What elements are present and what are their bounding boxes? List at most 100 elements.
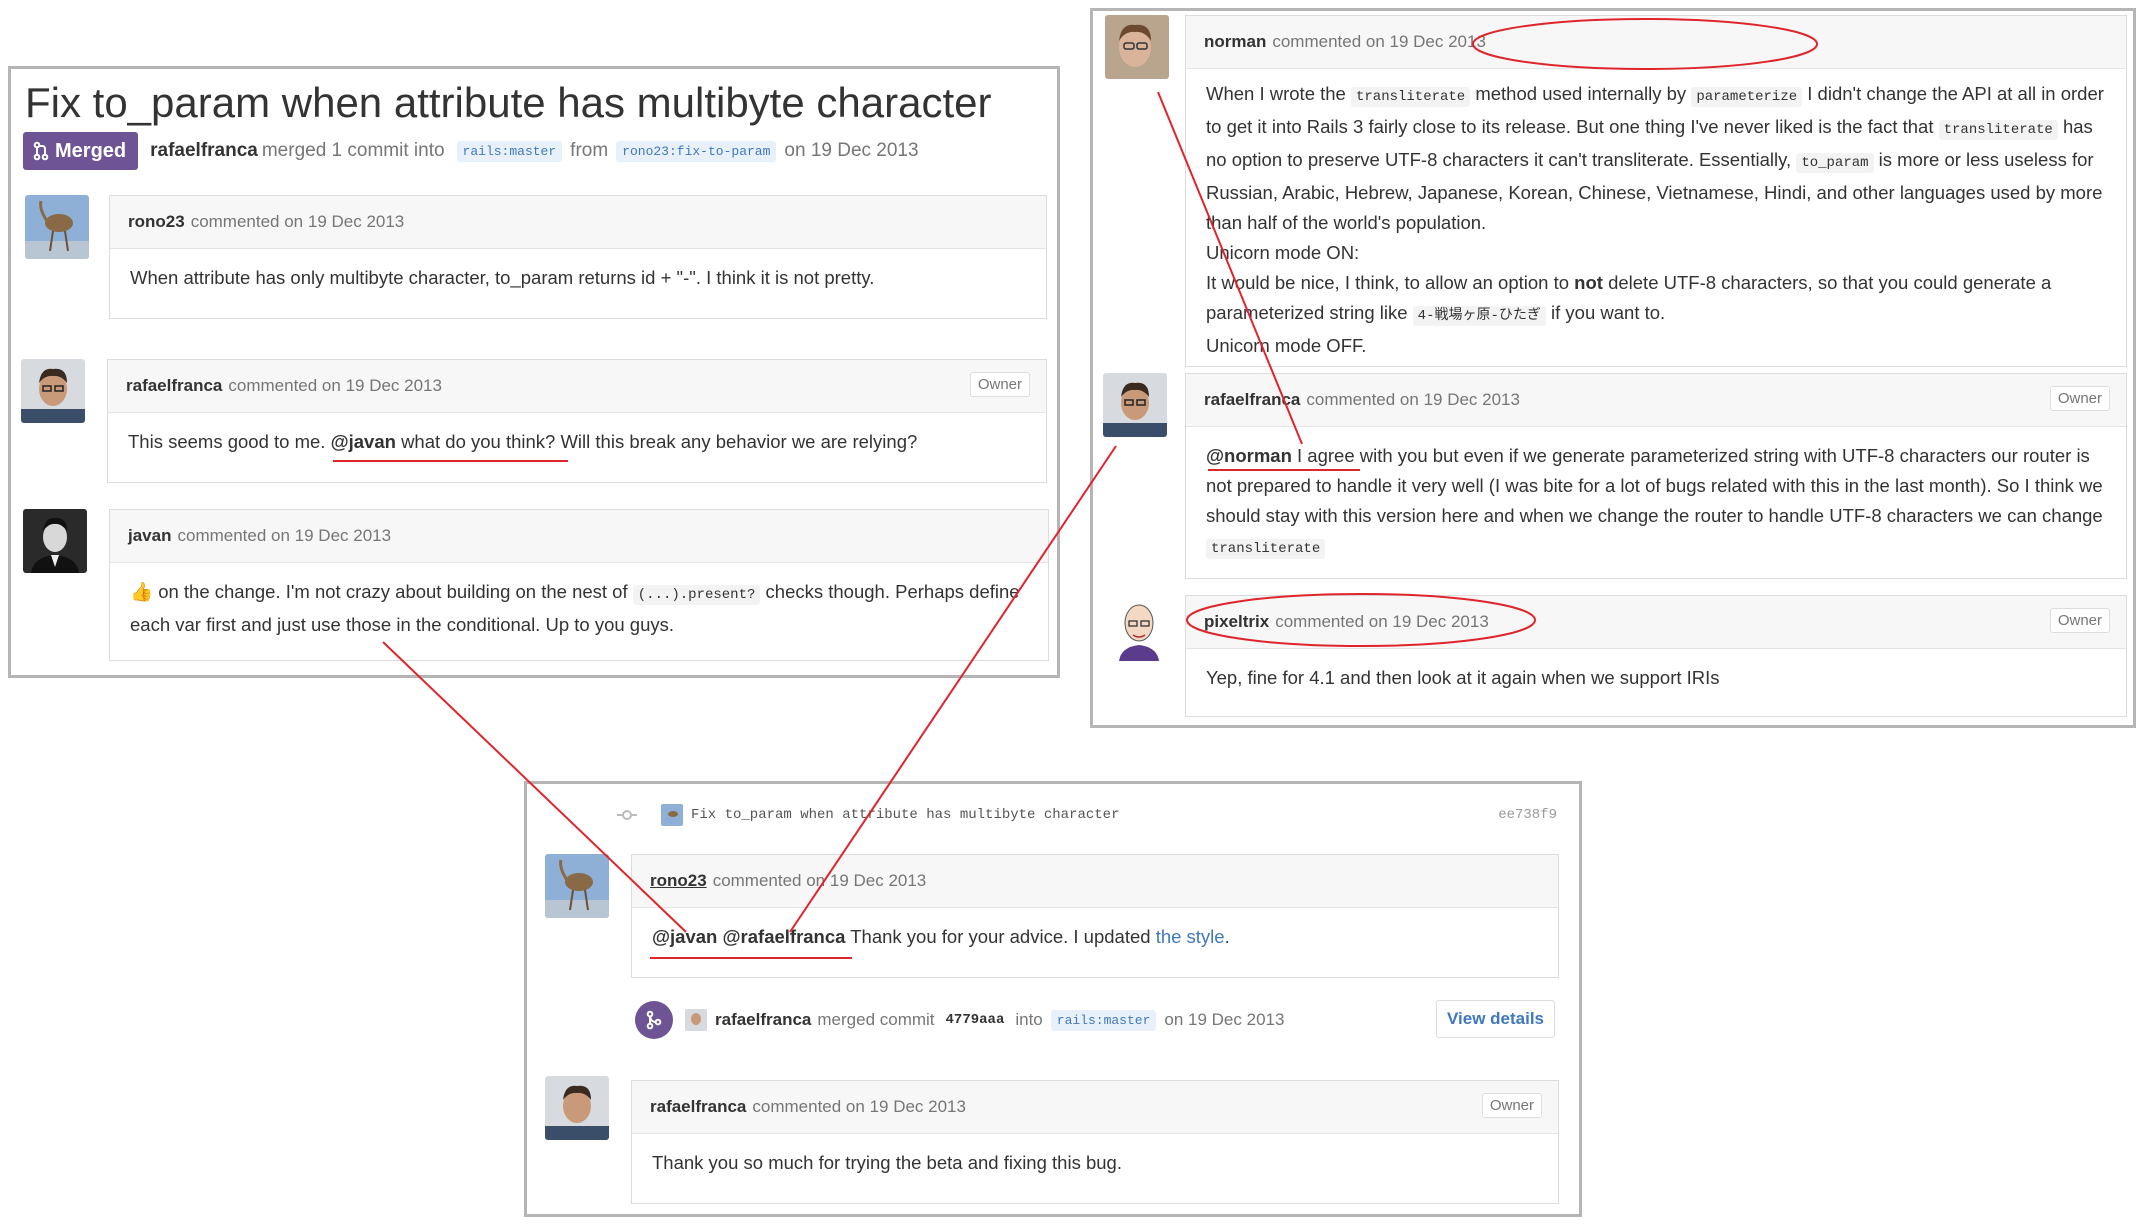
comment-meta[interactable]: commented on 19 Dec 2013 — [752, 1097, 966, 1117]
avatar-pixeltrix[interactable] — [1111, 597, 1175, 661]
paragraph-4: Unicorn mode OFF. — [1206, 335, 1367, 356]
comment-end: . — [1224, 926, 1230, 947]
comment-meta[interactable]: commented on 19 Dec 2013 — [713, 871, 927, 891]
owner-badge: Owner — [2049, 608, 2110, 633]
avatar-javan[interactable] — [23, 509, 87, 573]
merge-into: into — [1015, 1010, 1043, 1029]
owner-badge: Owner — [1481, 1093, 1542, 1118]
comment-author[interactable]: rafaelfranca — [126, 376, 222, 396]
comment-rono23: rono23 commented on 19 Dec 2013 When att… — [109, 195, 1047, 319]
comment-body: @javan @rafaelfranca Thank you for your … — [632, 908, 1558, 966]
comment-body: When attribute has only multibyte charac… — [130, 267, 875, 288]
discussion-panel: norman commented on 19 Dec 2013 When I w… — [1090, 8, 2136, 728]
comment-rafaelfranca-reply: rafaelfranca commented on 19 Dec 2013 Ow… — [1185, 373, 2127, 579]
merge-author-link[interactable]: rafaelfranca — [150, 140, 258, 162]
comment-meta[interactable]: commented on 19 Dec 2013 — [228, 376, 442, 396]
comment-author[interactable]: norman — [1204, 32, 1266, 52]
comment-header: pixeltrix commented on 19 Dec 2013 Owner — [1186, 596, 2126, 649]
merge-text: merged commit — [817, 1010, 935, 1029]
comment-text: Thank you for your advice. I updated — [850, 926, 1151, 947]
merge-branch[interactable]: rails:master — [1050, 1009, 1157, 1031]
inline-code: to_param — [1796, 153, 1874, 173]
bold-text: not — [1574, 272, 1603, 293]
avatar-norman[interactable] — [1105, 15, 1169, 79]
merged-label: Merged — [55, 139, 127, 162]
comment-meta[interactable]: commented on 19 Dec 2013 — [191, 212, 405, 232]
avatar-rafaelfranca[interactable] — [1103, 373, 1167, 437]
comment-meta[interactable]: commented on 19 Dec 2013 — [1272, 32, 1486, 52]
comment-body: Thank you so much for trying the beta an… — [652, 1152, 1122, 1173]
from-word: from — [570, 140, 609, 161]
text: When I wrote the — [1206, 83, 1346, 104]
mention-rafaelfranca[interactable]: @rafaelfranca — [723, 926, 846, 947]
git-pull-request-icon — [33, 141, 49, 161]
mention-norman[interactable]: @norman — [1206, 445, 1292, 466]
avatar-rono23[interactable] — [545, 854, 609, 918]
comment-meta[interactable]: commented on 19 Dec 2013 — [1306, 390, 1520, 410]
comment-rafaelfranca: rafaelfranca commented on 19 Dec 2013 Ow… — [107, 359, 1047, 483]
inline-code: transliterate — [1206, 539, 1326, 559]
pr-overview-panel: Fix to_param when attribute has multibyt… — [8, 66, 1060, 678]
comment-header: rafaelfranca commented on 19 Dec 2013 Ow… — [632, 1081, 1558, 1134]
comment-header: rafaelfranca commented on 19 Dec 2013 Ow… — [108, 360, 1046, 413]
mention-javan[interactable]: @javan — [331, 431, 396, 452]
comment-header: norman commented on 19 Dec 2013 — [1186, 16, 2126, 69]
git-commit-icon — [617, 810, 637, 820]
comment-author[interactable]: rafaelfranca — [1204, 390, 1300, 410]
timeline-panel: Fix to_param when attribute has multibyt… — [524, 781, 1582, 1217]
comment-author[interactable]: pixeltrix — [1204, 612, 1269, 632]
text: if you want to. — [1551, 302, 1666, 323]
merge-avatar-rafaelfranca[interactable] — [685, 1009, 707, 1031]
style-link[interactable]: the style — [1156, 926, 1225, 947]
pr-meta: Merged rafaelfranca merged 1 commit into… — [23, 132, 919, 170]
comment-author[interactable]: javan — [128, 526, 171, 546]
owner-badge: Owner — [2049, 386, 2110, 411]
avatar-rono23[interactable] — [25, 195, 89, 259]
comment-body: When I wrote the transliterate method us… — [1186, 69, 2126, 375]
avatar-rafaelfranca[interactable] — [545, 1076, 609, 1140]
merge-date: on 19 Dec 2013 — [1164, 1010, 1285, 1029]
inline-code: (...).present? — [632, 585, 761, 605]
comment-author[interactable]: rafaelfranca — [650, 1097, 746, 1117]
paragraph-2: Unicorn mode ON: — [1206, 242, 1360, 263]
comment-javan: javan commented on 19 Dec 2013 👍 on the … — [109, 509, 1049, 661]
comment-header: rafaelfranca commented on 19 Dec 2013 Ow… — [1186, 374, 2126, 427]
merge-event: rafaelfranca merged commit 4779aaa into … — [635, 998, 1555, 1042]
comment-text: I agree with you but even if we generate… — [1206, 445, 2103, 526]
merged-badge: Merged — [23, 132, 139, 170]
inline-code: 4-戦場ヶ原-ひたぎ — [1412, 306, 1546, 326]
merge-author[interactable]: rafaelfranca — [715, 1010, 811, 1030]
avatar-rafaelfranca[interactable] — [21, 359, 85, 423]
pr-title: Fix to_param when attribute has multibyt… — [25, 79, 992, 126]
comment-body: Yep, fine for 4.1 and then look at it ag… — [1206, 667, 1720, 688]
text: method used internally by — [1475, 83, 1687, 104]
commit-avatar-rono23[interactable] — [661, 804, 683, 826]
comment-pixeltrix: pixeltrix commented on 19 Dec 2013 Owner… — [1185, 595, 2127, 717]
paragraph-3: It would be nice, I think, to allow an o… — [1206, 268, 2106, 331]
merge-meta-text: merged 1 commit into — [261, 140, 445, 161]
comment-header: rono23 commented on 19 Dec 2013 — [632, 855, 1558, 908]
comment-body: 👍 on the change. I'm not crazy about bui… — [110, 563, 1048, 654]
comment-text: what do you think? Will this break any b… — [401, 431, 918, 452]
comment-meta[interactable]: commented on 19 Dec 2013 — [177, 526, 391, 546]
comment-author[interactable]: rono23 — [650, 871, 707, 891]
comment-text: on the change. I'm not crazy about build… — [158, 581, 628, 602]
merge-commit-sha[interactable]: 4779aaa — [941, 1010, 1010, 1030]
commit-message[interactable]: Fix to_param when attribute has multibyt… — [691, 807, 1119, 823]
git-merge-icon — [635, 1001, 673, 1039]
base-branch[interactable]: rails:master — [456, 140, 563, 162]
owner-badge: Owner — [969, 372, 1030, 397]
mention-javan[interactable]: @javan — [652, 926, 717, 947]
comment-norman: norman commented on 19 Dec 2013 When I w… — [1185, 15, 2127, 367]
head-branch[interactable]: rono23:fix-to-param — [616, 140, 777, 162]
paragraph-1: When I wrote the transliterate method us… — [1206, 79, 2106, 238]
comment-text: This seems good to me. — [128, 431, 326, 452]
view-details-button[interactable]: View details — [1435, 1000, 1555, 1038]
merge-date: on 19 Dec 2013 — [784, 140, 919, 161]
thumbs-up-icon: 👍 — [130, 581, 154, 602]
comment-author[interactable]: rono23 — [128, 212, 185, 232]
commit-line: Fix to_param when attribute has multibyt… — [617, 796, 1557, 834]
text: It would be nice, I think, to allow an o… — [1206, 272, 1570, 293]
comment-meta[interactable]: commented on 19 Dec 2013 — [1275, 612, 1489, 632]
commit-sha[interactable]: ee738f9 — [1498, 807, 1557, 823]
